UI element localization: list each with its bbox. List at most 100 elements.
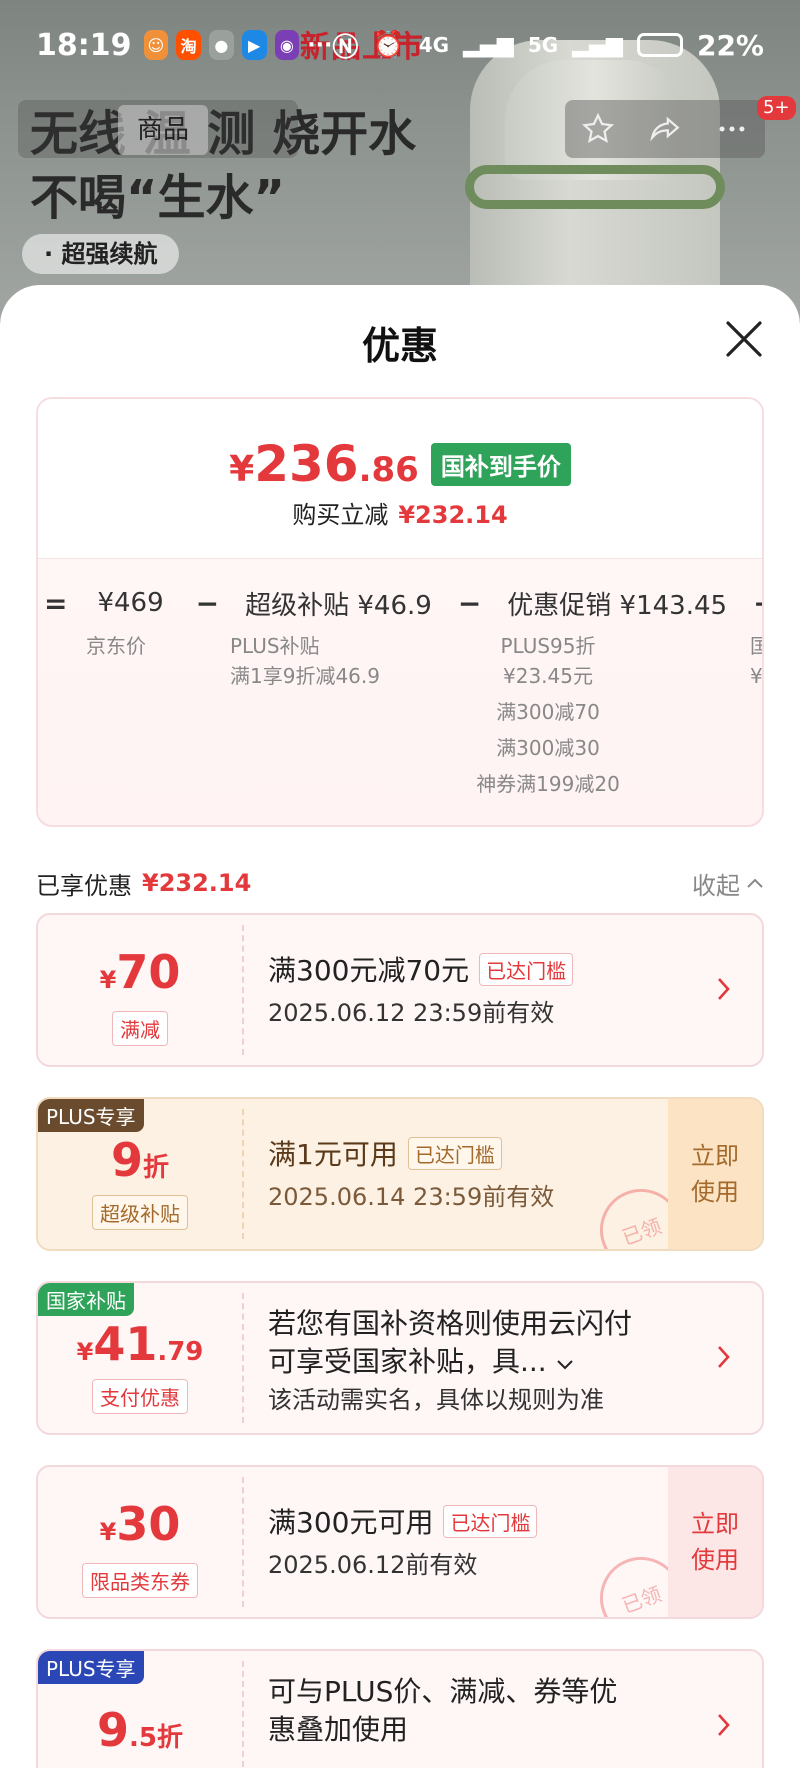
coupon-card[interactable]: ¥30 限品类东券 满300元可用 已达门槛 2025.06.12前有效 已领 … bbox=[36, 1465, 764, 1619]
close-icon[interactable] bbox=[722, 317, 766, 361]
coupon-card[interactable]: 国家补贴 ¥41.79 支付优惠 若您有国补资格则使用云闪付 可享受国家补贴，具… bbox=[36, 1281, 764, 1435]
enjoyed-label: 已享优惠 bbox=[36, 871, 132, 900]
final-price-area: ¥ 236 .86 国补到手价 购买立减 ¥232.14 bbox=[38, 399, 762, 559]
coupon-amount: ¥41.79 bbox=[38, 1317, 242, 1371]
share-icon[interactable] bbox=[648, 112, 682, 146]
coupon-validity: 2025.06.12 23:59前有效 bbox=[268, 999, 555, 1027]
coupon-unit: 折 bbox=[156, 1723, 183, 1753]
signal-icon-2: ▂▄▆ bbox=[572, 32, 623, 58]
status-bar: 18:19 ☺ 淘 ● ▶ ◉ ··· Ⓝ ⏰ 4G ▂▄▆ 5G ▂▄▆ 22… bbox=[0, 0, 800, 90]
breakdown-row[interactable]: = ¥469 − 超级补贴 ¥46.9 − 优惠促销 ¥143.45 − 云 bbox=[38, 583, 762, 623]
chevron-right-icon[interactable] bbox=[714, 1341, 734, 1373]
tab-product[interactable]: 商品 bbox=[118, 105, 208, 155]
sub-text: 满1享9折减46.9 bbox=[230, 664, 380, 688]
save-amount: ¥232.14 bbox=[398, 501, 508, 529]
price-tag: 国补到手价 bbox=[430, 442, 571, 486]
star-icon[interactable] bbox=[581, 112, 615, 146]
chevron-right-icon[interactable] bbox=[714, 973, 734, 1005]
coupon-validity: 2025.06.14 23:59前有效 bbox=[268, 1183, 555, 1211]
coupon-title-text: 可与PLUS价、满减、券等优 bbox=[268, 1675, 618, 1708]
use-now-button[interactable]: 立即使用 bbox=[668, 1099, 762, 1249]
price-integer: 236 bbox=[254, 435, 359, 493]
nfc-icon: Ⓝ bbox=[332, 32, 359, 63]
use-now-label: 立即使用 bbox=[691, 1510, 739, 1574]
coupon-amount: ¥70 bbox=[38, 945, 242, 999]
coupon-description: 可与PLUS价、满减、券等优 惠叠加使用 bbox=[268, 1673, 708, 1749]
coupon-title-text: 满300元可用 bbox=[268, 1506, 434, 1539]
battery-icon bbox=[636, 33, 683, 57]
coupon-type: 限品类东券 bbox=[82, 1563, 198, 1598]
coupon-type: 超级补贴 bbox=[92, 1195, 188, 1230]
minus-sign: − bbox=[457, 586, 482, 620]
coupon-amount-decimal: .79 bbox=[157, 1337, 204, 1367]
save-label: 购买立减 bbox=[292, 501, 389, 529]
price-decimal: .86 bbox=[358, 450, 419, 490]
minus-sign: − bbox=[195, 586, 220, 620]
coupon-type: 支付优惠 bbox=[92, 1379, 188, 1414]
sub-text: PLUS95折 bbox=[500, 634, 596, 658]
coupon-currency: ¥ bbox=[99, 1518, 117, 1546]
enjoyed-amount: ¥232.14 bbox=[142, 869, 252, 897]
coupon-type: 满减 bbox=[112, 1011, 168, 1046]
coupon-value: ¥30 限品类东券 bbox=[38, 1467, 242, 1617]
coupon-amount-number: 30 bbox=[116, 1497, 181, 1551]
coupon-value: 9.5 折 bbox=[38, 1651, 242, 1768]
collapse-label: 收起 bbox=[692, 871, 740, 900]
save-line: 购买立减 ¥232.14 bbox=[38, 495, 762, 530]
coupon-divider bbox=[242, 1661, 244, 1768]
coupon-amount-number: 70 bbox=[116, 945, 181, 999]
breakdown-item-super-subsidy: 超级补贴 ¥46.9 bbox=[245, 590, 432, 621]
coupon-card[interactable]: PLUS专享 9.5 折 可与PLUS价、满减、券等优 惠叠加使用 bbox=[36, 1649, 764, 1768]
more-icon[interactable] bbox=[715, 112, 749, 146]
coupon-currency: ¥ bbox=[76, 1338, 94, 1366]
chevron-right-icon[interactable] bbox=[714, 1709, 734, 1741]
taobao-icon: 淘 bbox=[176, 30, 201, 60]
coupon-title-text: 可享受国家补贴，具... bbox=[268, 1345, 547, 1378]
coupon-amount-number: 9 bbox=[97, 1703, 130, 1757]
wechat-icon: ● bbox=[209, 30, 234, 60]
coupon-title-text: 满300元减70元 bbox=[268, 954, 470, 987]
top-nav-actions bbox=[565, 100, 765, 158]
sub-text: ¥23.45元 bbox=[503, 664, 593, 688]
use-now-button[interactable]: 立即使用 bbox=[668, 1467, 762, 1617]
hero-headline-line2: 不喝“生水” bbox=[30, 170, 286, 226]
coupon-value: 9折 超级补贴 bbox=[38, 1099, 242, 1249]
breakdown-sub-jd: 京东价 bbox=[86, 631, 146, 661]
use-now-label: 立即使用 bbox=[691, 1142, 739, 1206]
chevron-down-icon[interactable] bbox=[556, 1359, 574, 1371]
coupon-card[interactable]: PLUS专享 9折 超级补贴 满1元可用 已达门槛 2025.06.14 23:… bbox=[36, 1097, 764, 1251]
breakdown-sub-subsidy: PLUS补贴 满1享9折减46.9 bbox=[230, 631, 380, 691]
coupon-unit: 折 bbox=[143, 1153, 170, 1183]
coupon-value: ¥41.79 支付优惠 bbox=[38, 1283, 242, 1433]
coupon-amount: 9.5 折 bbox=[38, 1703, 242, 1757]
coupon-title: 满300元可用 已达门槛 bbox=[268, 1501, 538, 1541]
sub-text: ¥ bbox=[750, 664, 763, 688]
purple-app-icon: ◉ bbox=[274, 30, 300, 60]
status-right: Ⓝ ⏰ 4G ▂▄▆ 5G ▂▄▆ 22% bbox=[332, 27, 764, 64]
threshold-badge: 已达门槛 bbox=[479, 952, 574, 986]
feature-chip: · 超强续航 bbox=[22, 234, 180, 274]
bottle-ring-image bbox=[465, 165, 725, 209]
coupon-title: 满300元减70元 已达门槛 bbox=[268, 949, 574, 989]
coupon-currency: ¥ bbox=[99, 966, 117, 994]
coupon-amount-number: 9 bbox=[110, 1133, 143, 1187]
collapse-button[interactable]: 收起 bbox=[692, 866, 764, 901]
coupon-title-line2[interactable]: 可享受国家补贴，具... bbox=[268, 1343, 708, 1381]
alarm-icon: ⏰ bbox=[372, 30, 405, 60]
minus-sign: − bbox=[753, 587, 762, 620]
status-more: ··· bbox=[307, 32, 333, 58]
coupon-amount-decimal: .5 bbox=[129, 1723, 157, 1753]
coupon-divider bbox=[242, 925, 244, 1055]
blue-app-icon: ▶ bbox=[241, 30, 267, 60]
coupon-divider bbox=[242, 1293, 244, 1423]
breakdown-sub-cut: 国 ¥ bbox=[750, 631, 763, 691]
breakdown-sub-promotion: PLUS95折 ¥23.45元 满300减70 满300减30 神券满199减2… bbox=[438, 631, 658, 799]
threshold-badge: 已达门槛 bbox=[407, 1136, 502, 1170]
battery-level: 22% bbox=[696, 28, 764, 62]
coupon-card[interactable]: ¥70 满减 满300元减70元 已达门槛 2025.06.12 23:59前有… bbox=[36, 913, 764, 1067]
breakdown-item-promotion: 优惠促销 ¥143.45 bbox=[507, 590, 728, 621]
sheet-title: 优惠 bbox=[361, 324, 438, 368]
coupon-description: 若您有国补资格则使用云闪付 可享受国家补贴，具... 该活动需实名，具体以规则为… bbox=[268, 1305, 708, 1419]
final-price: ¥ 236 .86 国补到手价 bbox=[38, 435, 762, 493]
network-4g: 4G bbox=[418, 33, 450, 57]
